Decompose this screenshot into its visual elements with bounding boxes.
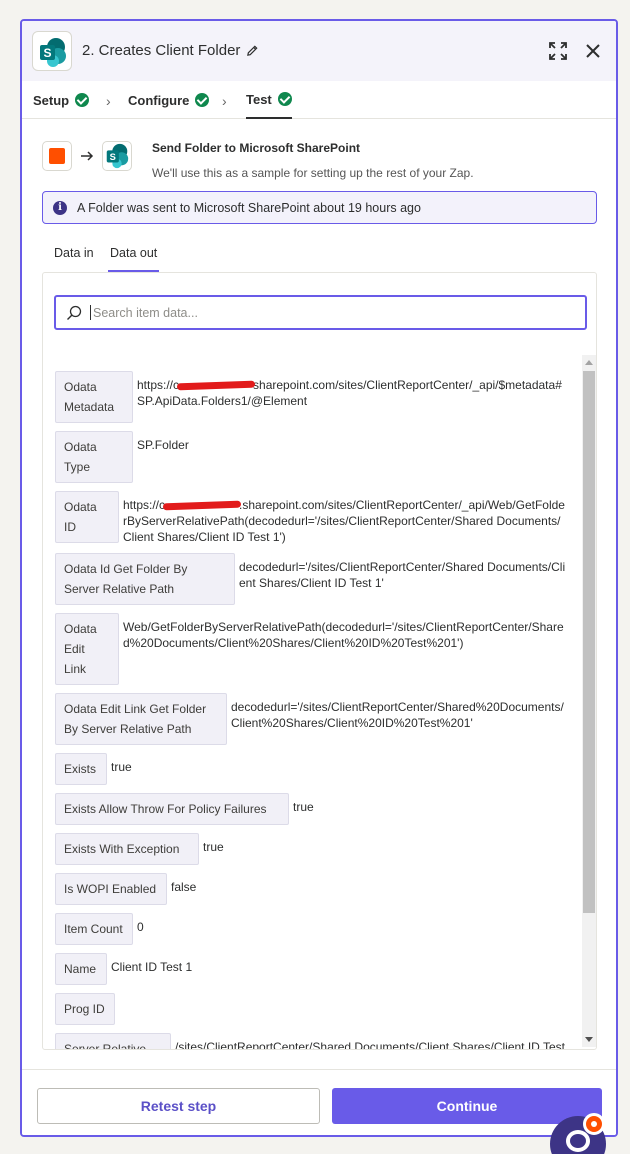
search-input[interactable]	[93, 305, 553, 320]
data-item-value: false	[171, 880, 197, 894]
data-item-key[interactable]: Odata Edit Link Get Folder By Server Rel…	[55, 693, 227, 745]
chevron-right-icon: ›	[222, 93, 227, 109]
tab-setup-label: Setup	[33, 92, 70, 108]
data-item-value: https://c sharepoint.com/sites/ClientRepo…	[137, 371, 567, 409]
scroll-up-arrow[interactable]	[585, 360, 593, 365]
data-item-key[interactable]: Exists With Exception	[55, 833, 199, 865]
data-item-row[interactable]: Odata Type SP.Folder	[55, 431, 567, 483]
data-item-row[interactable]: Odata Edit Link Web/GetFolderByServerRela…	[55, 613, 567, 685]
chat-icon	[566, 1130, 590, 1152]
data-item-key[interactable]: Is WOPI Enabled	[55, 873, 167, 905]
data-item-value: true	[203, 840, 224, 854]
sharepoint-icon: S	[102, 141, 132, 171]
search-box[interactable]	[54, 295, 587, 330]
data-item-value: /sites/ClientReportCenter/Shared Documen…	[175, 1040, 565, 1050]
data-item-value: Web/GetFolderByServerRelativePath(decode…	[123, 620, 564, 650]
sharepoint-icon: S	[32, 31, 72, 71]
check-icon	[195, 93, 210, 107]
info-banner-text: A Folder was sent to Microsoft SharePoin…	[77, 200, 421, 215]
pencil-icon[interactable]	[246, 44, 259, 57]
data-item-value: https://c .sharepoint.com/sites/ClientRep…	[123, 491, 567, 545]
data-item-value: decodedurl='/sites/ClientReportCenter/Sh…	[231, 700, 564, 730]
data-item-row[interactable]: Exists true	[55, 753, 567, 785]
data-item-row[interactable]: Exists With Exception true	[55, 833, 567, 865]
data-item-key[interactable]: Item Count	[55, 913, 133, 945]
data-item-key[interactable]: Name	[55, 953, 107, 985]
continue-button[interactable]: Continue	[332, 1088, 602, 1124]
redaction-mark	[176, 380, 256, 391]
data-item-key[interactable]: Odata Id Get Folder By Server Relative P…	[55, 553, 235, 605]
chevron-right-icon: ›	[106, 93, 111, 109]
tab-setup[interactable]: Setup	[33, 81, 90, 119]
svg-text:S: S	[110, 152, 116, 162]
data-item-row[interactable]: Odata Id Get Folder By Server Relative P…	[55, 553, 567, 605]
tab-configure-label: Configure	[128, 92, 190, 108]
data-item-row[interactable]: Prog ID	[55, 993, 567, 1025]
data-item-row[interactable]: Item Count 0	[55, 913, 567, 945]
action-subtitle: We'll use this as a sample for setting u…	[152, 166, 474, 180]
data-item-key[interactable]: Exists	[55, 753, 107, 785]
data-item-key[interactable]: Odata Edit Link	[55, 613, 119, 685]
tab-data-out[interactable]: Data out	[108, 246, 160, 272]
scroll-down-arrow[interactable]	[585, 1037, 593, 1042]
expand-icon	[549, 42, 567, 60]
info-icon: i	[53, 200, 67, 215]
text-cursor	[90, 305, 91, 320]
tab-test[interactable]: Test	[246, 81, 292, 119]
tab-data-in[interactable]: Data in	[54, 246, 94, 272]
close-button[interactable]	[581, 39, 605, 63]
retest-step-button[interactable]: Retest step	[37, 1088, 320, 1124]
zapier-trigger-icon	[42, 141, 72, 171]
step-tabs: Setup › Configure › Test	[22, 81, 616, 119]
data-item-key[interactable]: Exists Allow Throw For Policy Failures	[55, 793, 289, 825]
data-item-key[interactable]: Server Relative Url	[55, 1033, 171, 1049]
scroll-thumb[interactable]	[583, 371, 595, 913]
data-item-value: 0	[137, 920, 144, 934]
check-icon	[277, 92, 292, 106]
step-panel: S 2. Creates Client Folder Setup › Confi…	[20, 19, 618, 1137]
data-out-panel: Odata Metadatahttps://csharepoint.com/si…	[42, 272, 597, 1050]
step-title[interactable]: 2. Creates Client Folder	[82, 42, 259, 59]
notification-badge	[583, 1113, 605, 1135]
check-icon	[75, 93, 90, 107]
data-item-row[interactable]: Is WOPI Enabled false	[55, 873, 567, 905]
data-item-key[interactable]: Odata Metadata	[55, 371, 133, 423]
data-item-row[interactable]: Odata Metadata https://c sharepoint.com/si…	[55, 371, 567, 423]
data-item-value: Client ID Test 1	[111, 960, 193, 974]
step-title-text: 2. Creates Client Folder	[82, 42, 241, 59]
panel-header: S 2. Creates Client Folder	[22, 21, 616, 81]
data-item-value	[119, 993, 567, 999]
data-item-row[interactable]: Exists Allow Throw For Policy Failures tr…	[55, 793, 567, 825]
close-icon	[586, 44, 600, 58]
info-banner: i A Folder was sent to Microsoft SharePo…	[42, 191, 597, 224]
svg-text:S: S	[43, 46, 51, 60]
data-item-value: true	[111, 760, 132, 774]
action-title: Send Folder to Microsoft SharePoint	[152, 141, 361, 155]
expand-button[interactable]	[546, 39, 570, 63]
data-item-value: SP.Folder	[137, 438, 189, 452]
data-item-row[interactable]: Name Client ID Test 1	[55, 953, 567, 985]
data-item-row[interactable]: Odata ID https://c .sharepoint.com/sites/C…	[55, 491, 567, 545]
tab-configure[interactable]: Configure	[128, 81, 210, 119]
data-item-value: decodedurl='/sites/ClientReportCenter/Sh…	[239, 560, 566, 590]
redaction-mark	[162, 500, 242, 511]
data-item-value-prefix: https://c	[123, 498, 166, 512]
search-icon	[67, 305, 82, 320]
data-item-key[interactable]: Odata Type	[55, 431, 133, 483]
panel-footer: Retest step Continue	[22, 1069, 616, 1135]
data-item-row[interactable]: Odata Edit Link Get Folder By Server Rel…	[55, 693, 567, 745]
data-item-value-prefix: https://c	[137, 378, 180, 392]
data-item-row[interactable]: Server Relative Url/sites/ClientReportCe…	[55, 1033, 567, 1050]
data-item-value: true	[293, 800, 314, 814]
arrow-right-icon	[81, 151, 94, 161]
data-item-key[interactable]: Odata ID	[55, 491, 119, 543]
scrollbar[interactable]	[582, 355, 596, 1047]
tab-test-label: Test	[246, 91, 272, 107]
data-item-list: Odata Metadata https://c sharepoint.com/si…	[55, 371, 567, 1050]
data-item-key[interactable]: Prog ID	[55, 993, 115, 1025]
